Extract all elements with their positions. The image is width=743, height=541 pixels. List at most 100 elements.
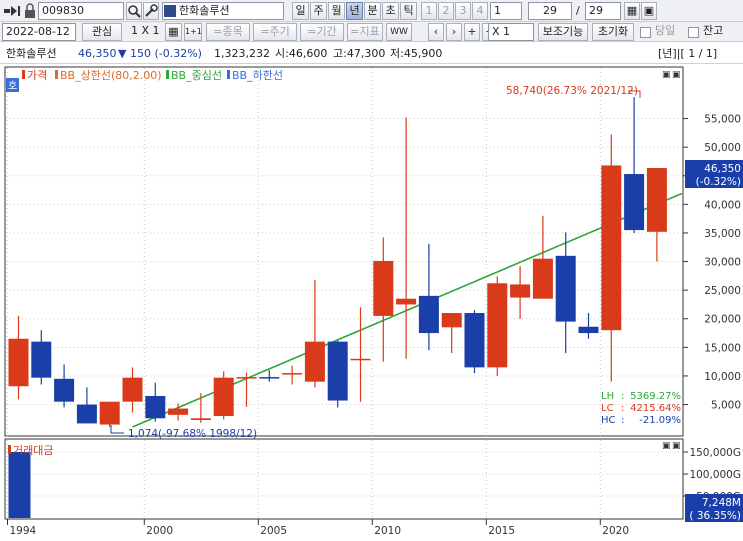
grid-icon[interactable]: ▦ xyxy=(624,2,640,20)
stock-name-field[interactable]: 한화솔루션 xyxy=(162,2,284,20)
legend-bb-mid: BB_중심선 xyxy=(171,69,222,82)
toolbar-top: 009830 한화솔루션 일 주 월 년 분 초 틱 1 2 3 4 1 29 … xyxy=(0,0,743,22)
x-tick-label: 2005 xyxy=(260,525,287,537)
candle-body xyxy=(350,358,371,361)
lock-icon[interactable] xyxy=(24,3,36,19)
period-minute[interactable]: 분 xyxy=(364,2,381,20)
chevron-right-icon[interactable]: › xyxy=(446,23,462,41)
info-volume: 1,323,232 xyxy=(214,47,270,60)
stock-type-icon xyxy=(164,5,176,17)
candle-body xyxy=(441,313,462,328)
candle-body xyxy=(236,377,257,379)
price-chart[interactable]: 5,000 10,000 15,000 20,000 25,000 30,000 35,00… xyxy=(0,64,743,541)
save-icon[interactable]: ▣ xyxy=(641,2,657,20)
info-price: 46,350 xyxy=(78,47,117,60)
janggo-label: 잔고 xyxy=(703,24,724,37)
candle-body xyxy=(31,341,52,378)
jongmok-button[interactable]: =종목 xyxy=(206,23,250,41)
y-tick-label: 40,000 xyxy=(704,199,741,211)
dangil-checkbox[interactable] xyxy=(640,27,651,38)
num-button-1[interactable]: 1 xyxy=(421,2,437,20)
candle-body xyxy=(487,283,508,368)
vol-tick-label: 150,000G xyxy=(689,447,741,459)
tools-icon[interactable] xyxy=(143,2,159,20)
legend-lower-swatch xyxy=(227,70,230,79)
period-second[interactable]: 초 xyxy=(382,2,399,20)
x-tick-label: 2010 xyxy=(374,525,401,537)
side-tag: 호 xyxy=(8,80,17,92)
candle-body xyxy=(646,168,667,232)
x-tick-label: 1994 xyxy=(10,525,37,537)
period-week[interactable]: 주 xyxy=(310,2,327,20)
y-tick-label: 25,000 xyxy=(704,285,741,297)
info-high: 고:47,300 xyxy=(333,47,386,60)
toolbar-bottom: 2022-08-12 관심 1 X 1 ▦ 1+1 =종목 =주기 =기간 =지… xyxy=(0,22,743,42)
ww-button[interactable]: WW xyxy=(386,23,412,41)
count-input[interactable]: 29 xyxy=(528,2,572,20)
jugi-button[interactable]: =주기 xyxy=(253,23,297,41)
period-year[interactable]: 년 xyxy=(346,2,363,20)
info-change: ▼ 150 (-0.32%) xyxy=(118,47,202,60)
stock-code-input[interactable]: 009830 xyxy=(38,2,124,20)
info-page: [년]|[ 1 / 1] xyxy=(658,47,718,60)
chevron-left-icon[interactable]: ‹ xyxy=(428,23,444,41)
volume-label-swatch xyxy=(8,445,11,454)
custom-num-select[interactable]: 1 xyxy=(490,2,522,20)
legend-bb-lower: BB_하한선 xyxy=(232,68,283,82)
legend-price-swatch xyxy=(22,70,25,79)
candle-body xyxy=(54,378,75,402)
period-month[interactable]: 월 xyxy=(328,2,345,20)
x-tick-label: 2000 xyxy=(146,525,173,537)
num-button-3[interactable]: 3 xyxy=(455,2,471,20)
hc-value: -21.09% xyxy=(639,415,681,426)
link-icon[interactable] xyxy=(3,3,21,19)
candle-body xyxy=(327,341,348,401)
num-button-4[interactable]: 4 xyxy=(472,2,488,20)
lc-value: 4215.64% xyxy=(630,403,681,414)
candle-body xyxy=(213,377,234,416)
aux-function-button[interactable]: 보조기능 xyxy=(538,23,588,41)
candle-body xyxy=(418,295,439,334)
lh-colon: : xyxy=(621,391,624,402)
max-annotation: 58,740(26.73% 2021/12) xyxy=(506,85,638,97)
dangil-label: 당일 xyxy=(655,24,676,37)
volume-tag: 7,248M xyxy=(702,497,741,509)
count-total-field: 29 xyxy=(585,2,621,20)
search-icon[interactable] xyxy=(126,2,142,20)
y-tick-label: 15,000 xyxy=(704,342,741,354)
gigan-button[interactable]: =기간 xyxy=(300,23,344,41)
candle-body xyxy=(190,418,211,420)
count-slash: / xyxy=(576,4,580,17)
panel-maximize-icon[interactable]: ▣ xyxy=(662,70,671,80)
candle-body xyxy=(624,174,645,231)
candle-body xyxy=(168,408,189,415)
interest-label: 관심 xyxy=(91,25,113,38)
candle-body xyxy=(122,377,143,402)
candle-body xyxy=(145,395,166,419)
lh-value: 5369.27% xyxy=(630,391,681,402)
lc-colon: : xyxy=(621,403,624,414)
janggo-checkbox[interactable] xyxy=(688,27,699,38)
scale-select[interactable]: X 1 xyxy=(488,23,534,41)
volume-label: 거래대금 xyxy=(13,444,53,457)
interest-button[interactable]: 관심 xyxy=(82,23,122,41)
period-tick[interactable]: 틱 xyxy=(400,2,417,20)
candle-body xyxy=(555,255,576,322)
vol-tick-label: 100,000G xyxy=(689,469,741,481)
num-button-2[interactable]: 2 xyxy=(438,2,454,20)
reset-button[interactable]: 초기화 xyxy=(592,23,634,41)
y-tick-label: 10,000 xyxy=(704,371,741,383)
date-select[interactable]: 2022-08-12 xyxy=(2,23,76,41)
candle-body xyxy=(396,298,417,305)
volume-maximize-icon[interactable]: ▣ xyxy=(662,441,671,451)
price-tag-pct: (-0.32%) xyxy=(696,176,741,188)
panel-close-icon[interactable]: ▣ xyxy=(672,70,681,80)
lh-label: LH xyxy=(601,391,614,402)
period-day[interactable]: 일 xyxy=(292,2,309,20)
legend-upper-swatch xyxy=(55,70,58,79)
zoom-in-icon[interactable]: + xyxy=(464,23,480,41)
jipyo-button[interactable]: =지표 xyxy=(347,23,383,41)
volume-close-icon[interactable]: ▣ xyxy=(672,441,681,451)
layout-grid-icon[interactable]: ▦ xyxy=(165,23,182,41)
layout-small-button[interactable]: 1+1 xyxy=(184,23,202,41)
